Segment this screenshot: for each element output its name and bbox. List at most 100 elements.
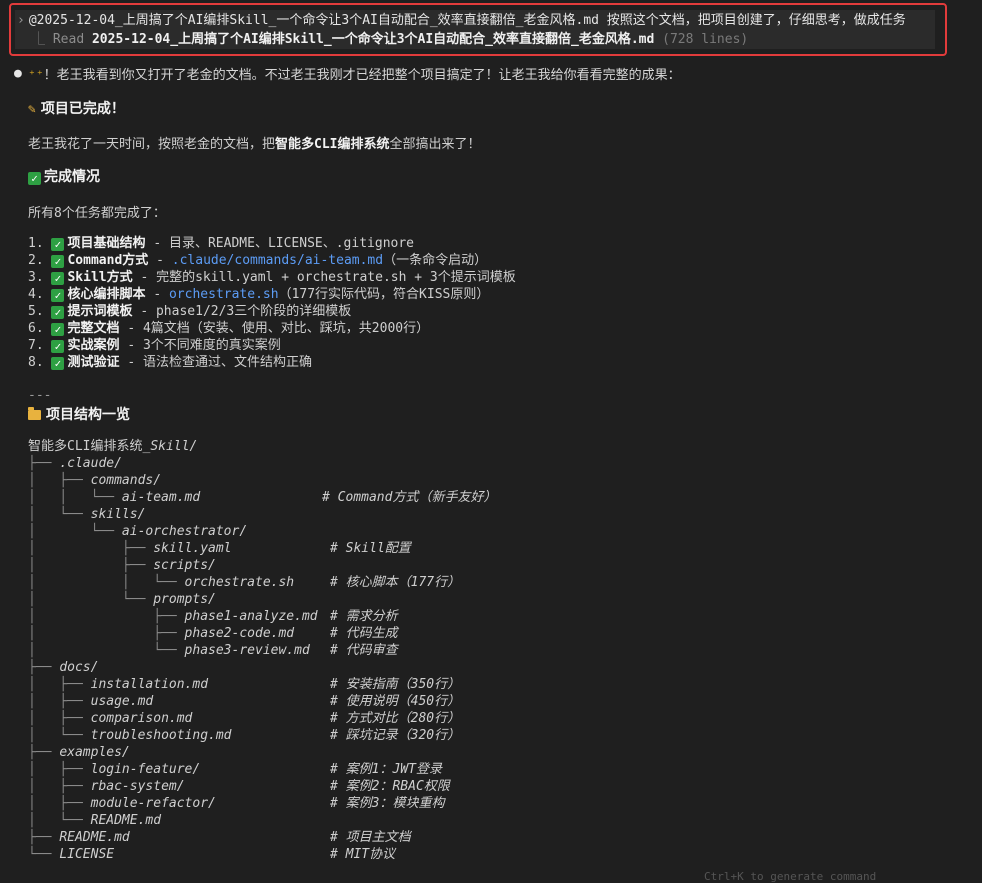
tree-branch: │ └── xyxy=(28,643,185,658)
tree-entry-name[interactable]: ai-orchestrator/ xyxy=(122,524,247,539)
party-popper-icon: ✎ xyxy=(28,102,36,117)
task-note: （177行实际代码，符合KISS原则） xyxy=(278,287,490,302)
tree-entry-name[interactable]: module-refactor/ xyxy=(91,796,216,811)
tree-entry-name[interactable]: scripts/ xyxy=(153,558,216,573)
tree-comment: # MIT协议 xyxy=(330,847,396,862)
tree-row: │ ├── rbac-system/ # 案例2：RBAC权限 xyxy=(28,778,450,795)
task-dash: - xyxy=(145,287,169,302)
task-item: 4. ✓ 核心编排脚本 - orchestrate.sh（177行实际代码，符合K… xyxy=(28,286,516,303)
check-icon: ✓ xyxy=(28,172,41,185)
tree-entry-name[interactable]: skills/ xyxy=(91,507,146,522)
tree-branch: │ └── xyxy=(28,507,91,522)
tree-branch: │ └── xyxy=(28,524,122,539)
tree-entry-name[interactable]: troubleshooting.md xyxy=(91,728,232,743)
task-description: 3个不同难度的真实案例 xyxy=(142,338,281,353)
tree-entry-name[interactable]: installation.md xyxy=(91,677,208,692)
task-description: 完整的skill.yaml + orchestrate.sh + 3个提示词模板 xyxy=(156,270,516,285)
tree-row: │ ├── phase1-analyze.md # 需求分析 xyxy=(28,608,398,625)
user-prompt[interactable]: › @2025-12-04_上周搞了个AI编排Skill_一个命令让3个AI自动配… xyxy=(15,10,935,31)
task-item: 7. ✓ 实战案例 - 3个不同难度的真实案例 xyxy=(28,337,516,354)
tree-comment: # Skill配置 xyxy=(330,541,411,556)
task-number: 6. xyxy=(28,321,44,336)
tree-comment: # 安装指南（350行） xyxy=(330,677,461,692)
tree-row: │ └── ai-orchestrator/ xyxy=(28,523,318,540)
tree-row: │ └── phase3-review.md # 代码审查 xyxy=(28,642,398,659)
tree-entry-name[interactable]: README.md xyxy=(91,813,161,828)
tool-read-result: ⎿ Read 2025-12-04_上周搞了个AI编排Skill_一个命令让3个… xyxy=(15,31,935,49)
task-number: 7. xyxy=(28,338,44,353)
check-icon: ✓ xyxy=(51,238,65,251)
task-title: 实战案例 xyxy=(67,338,120,353)
tree-branch: │ │ └── xyxy=(28,575,185,590)
tree-comment: # 代码生成 xyxy=(330,626,398,641)
tree-branch: │ │ └── xyxy=(28,490,122,505)
task-file-link[interactable]: orchestrate.sh xyxy=(169,287,279,302)
tree-branch: │ └── xyxy=(28,813,91,828)
tree-entry-name[interactable]: orchestrate.sh xyxy=(185,575,295,590)
all-tasks-text: 所有8个任务都完成了： xyxy=(28,206,166,221)
reply-intro: ⁺⁺！老王我看到你又打开了老金的文档。不过老王我刚才已经把整个项目搞定了！让老王… xyxy=(28,64,681,83)
read-label: Read xyxy=(52,32,85,47)
task-file-link[interactable]: .claude/commands/ai-team.md xyxy=(172,253,383,268)
tree-row: │ └── troubleshooting.md # 踩坑记录（320行） xyxy=(28,727,460,744)
tree-branch: │ ├── xyxy=(28,779,91,794)
tree-entry-name[interactable]: docs/ xyxy=(59,660,98,675)
task-dash: - xyxy=(119,355,143,370)
task-title: Command方式 xyxy=(67,253,149,268)
tree-entry-name[interactable]: phase1-analyze.md xyxy=(185,609,318,624)
tree-row: ├── README.md # 项目主文档 xyxy=(28,829,411,846)
reply-intro-text: ！老王我看到你又打开了老金的文档。不过老王我刚才已经把整个项目搞定了！让老王我给… xyxy=(43,68,681,83)
tree-entry-name[interactable]: .claude/ xyxy=(59,456,122,471)
tree-comment: # 踩坑记录（320行） xyxy=(330,728,461,743)
status-heading: ✓ 完成情况 xyxy=(28,166,100,186)
tree-entry-name[interactable]: phase3-review.md xyxy=(185,643,310,658)
read-file-name[interactable]: 2025-12-04_上周搞了个AI编排Skill_一个命令让3个AI自动配合_… xyxy=(92,32,654,47)
tree-entry-name[interactable]: login-feature/ xyxy=(91,762,201,777)
tree-comment: # 案例2：RBAC权限 xyxy=(330,779,450,794)
task-description: 目录、README、LICENSE、.gitignore xyxy=(168,236,414,251)
tree-branch: ├── xyxy=(28,745,60,760)
done-heading: ✎ 项目已完成！ xyxy=(28,101,125,117)
tree-entry-name[interactable]: prompts/ xyxy=(153,592,216,607)
tree-comment: # 项目主文档 xyxy=(330,830,411,845)
tree-entry-name[interactable]: phase2-code.md xyxy=(185,626,295,641)
tree-entry-name[interactable]: README.md xyxy=(59,830,129,845)
task-dash: - xyxy=(119,321,143,336)
tree-branch: │ ├── xyxy=(28,609,185,624)
check-icon: ✓ xyxy=(51,289,65,302)
tree-entry-name[interactable]: examples/ xyxy=(59,745,129,760)
read-line-count: (728 lines) xyxy=(662,32,749,47)
task-dash: - xyxy=(145,236,169,251)
tree-entry-name[interactable]: LICENSE xyxy=(59,847,114,862)
tree-entry-name[interactable]: skill.yaml xyxy=(153,541,231,556)
tree-entry-name[interactable]: ai-team.md xyxy=(122,490,200,505)
folder-icon xyxy=(28,407,41,420)
tree-entry-name[interactable]: usage.md xyxy=(91,694,154,709)
tree-entry-name[interactable]: commands/ xyxy=(91,473,161,488)
tree-branch: │ └── xyxy=(28,592,154,607)
prompt-chevron-icon: › xyxy=(17,13,25,28)
task-title: 完整文档 xyxy=(67,321,120,336)
tree-entry-name[interactable]: rbac-system/ xyxy=(91,779,185,794)
check-icon: ✓ xyxy=(51,306,65,319)
tree-row: │ ├── phase2-code.md # 代码生成 xyxy=(28,625,398,642)
tree-comment: # 核心脚本（177行） xyxy=(330,575,461,590)
tree-row: ├── docs/ xyxy=(28,659,318,676)
tree-row: │ ├── login-feature/ # 案例1：JWT登录 xyxy=(28,761,442,778)
task-item: 2. ✓ Command方式 - .claude/commands/ai-team… xyxy=(28,252,516,269)
tree-row: ├── .claude/ xyxy=(28,455,318,472)
task-title: 提示词模板 xyxy=(67,304,133,319)
tree-row: │ └── README.md xyxy=(28,812,318,829)
tree-entry-name[interactable]: comparison.md xyxy=(91,711,193,726)
task-description: phase1/2/3三个阶段的详细模板 xyxy=(155,304,352,319)
tree-comment: # 案例1：JWT登录 xyxy=(330,762,442,777)
sparkle-icon: ⁺⁺ xyxy=(28,68,44,83)
task-item: 3. ✓ Skill方式 - 完整的skill.yaml + orchestrat… xyxy=(28,269,516,286)
tree-branch: │ ├── xyxy=(28,796,91,811)
task-title: 核心编排脚本 xyxy=(67,287,146,302)
prompt-text: @2025-12-04_上周搞了个AI编排Skill_一个命令让3个AI自动配合… xyxy=(28,13,906,28)
tree-comment: # 需求分析 xyxy=(330,609,398,624)
task-item: 5. ✓ 提示词模板 - phase1/2/3三个阶段的详细模板 xyxy=(28,303,516,320)
task-title: 项目基础结构 xyxy=(67,236,146,251)
task-number: 5. xyxy=(28,304,44,319)
